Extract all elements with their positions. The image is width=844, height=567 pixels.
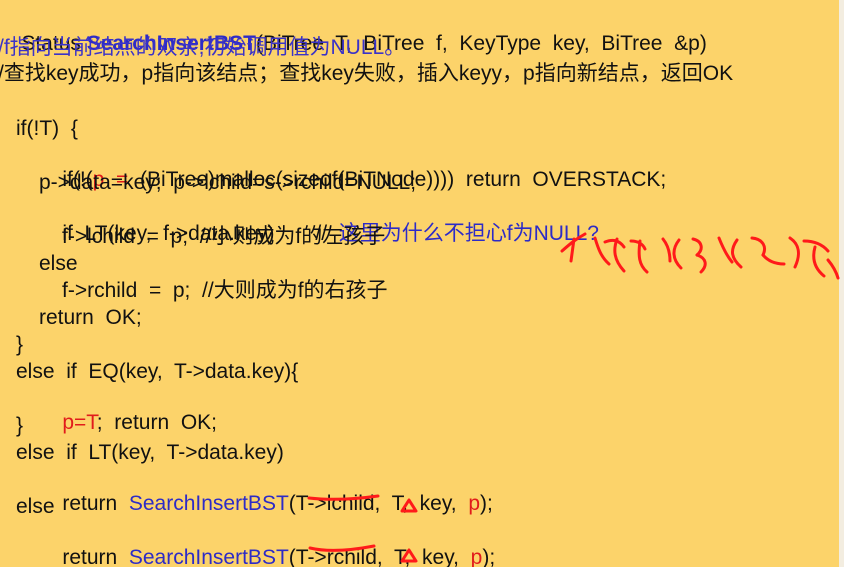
- code-line-if-not-t: if(!T) {: [16, 117, 78, 140]
- p-equals-t-highlight: p=T: [62, 411, 97, 434]
- code-line-else-inner: else: [39, 252, 78, 275]
- code-line-close-brace-2: }: [16, 414, 24, 437]
- return-keyword-right: return: [62, 546, 129, 567]
- p-argument-right: p: [470, 546, 483, 567]
- recursive-call-left: SearchInsertBST: [128, 492, 289, 515]
- code-line-else-outer: else: [16, 495, 55, 518]
- code-slide: Status SearchInsertBST(BiTree T, BiTree …: [0, 0, 844, 567]
- return-ok-inline: ; return OK;: [96, 411, 218, 434]
- comment-line-2: /查找key成功，p指向该结点；查找key失败，插入keyy，p指向新结点，返回…: [0, 62, 734, 85]
- slide-right-border: [839, 0, 844, 567]
- code-line-left-child: f->lchild = p; //小则成为f的左孩子: [62, 225, 386, 248]
- code-line-else-if-lt: else if LT(key, T->data.key): [16, 441, 284, 464]
- left-arguments: (T->lchild, T, key,: [288, 492, 469, 515]
- right-close: );: [482, 546, 496, 567]
- p-argument-left: p: [468, 492, 480, 515]
- code-line-return-right: return SearchInsertBST(T->rchild, T, key…: [39, 522, 495, 567]
- recursive-call-right: SearchInsertBST: [128, 546, 289, 567]
- comment-line-1: /f指向当前结点的双亲,初始调用值为NULL。: [0, 36, 406, 59]
- code-line-else-if-eq: else if EQ(key, T->data.key){: [16, 360, 299, 383]
- code-line-close-brace-1: }: [16, 333, 24, 356]
- code-line-right-child: f->rchild = p; //大则成为f的右孩子: [62, 279, 388, 302]
- right-arguments: (T->rchild, T, key,: [288, 546, 471, 567]
- handwritten-note-new-node-uncertain: [560, 232, 840, 280]
- code-line-data-assign: p->data=key; p->lchild=s->rchild=NULL;: [39, 171, 417, 194]
- return-keyword-left: return: [62, 492, 129, 515]
- left-close: );: [480, 492, 493, 515]
- code-line-return-ok: return OK;: [39, 306, 142, 329]
